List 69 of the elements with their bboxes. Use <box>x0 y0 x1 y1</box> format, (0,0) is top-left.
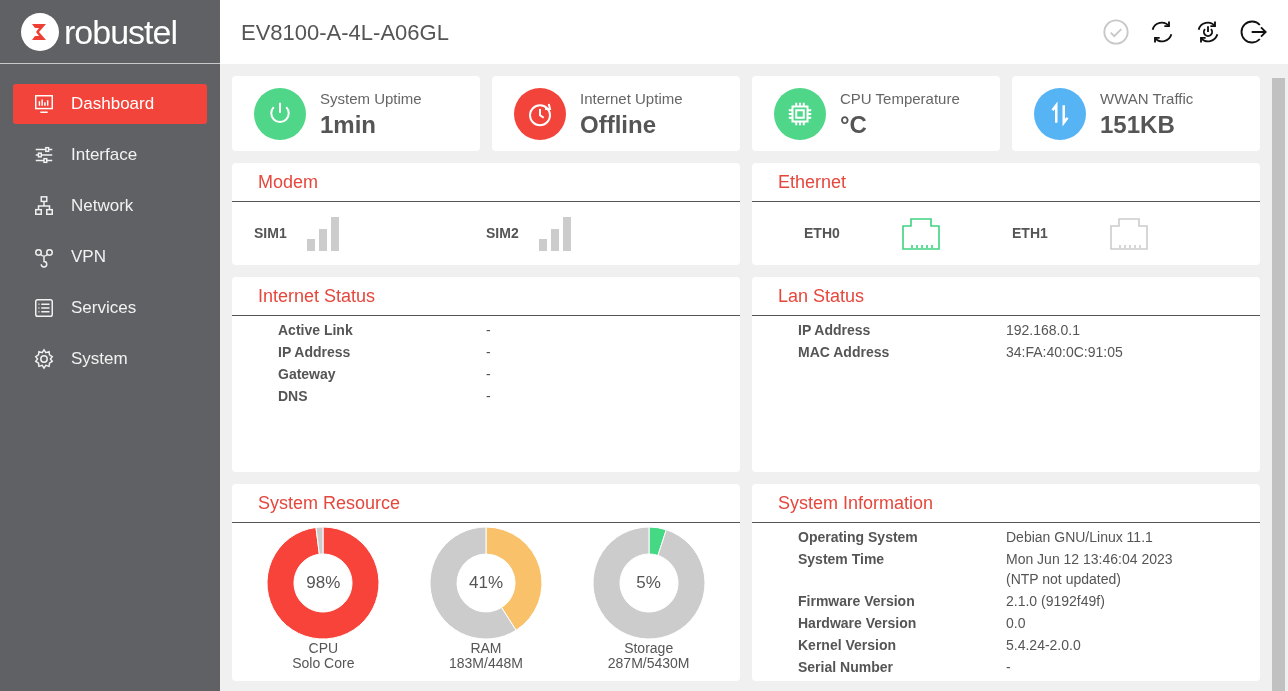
list-icon <box>33 297 55 319</box>
logo-text: robustel <box>64 14 177 49</box>
info-value: - <box>486 321 492 340</box>
card-title: Ethernet <box>778 170 847 194</box>
info-label: Operating System <box>798 528 919 547</box>
info-label: Hardware Version <box>798 614 918 633</box>
gauge-detail: 183M/448M <box>449 656 523 671</box>
sliders-icon <box>33 144 55 166</box>
gauge-reading: 98% <box>306 572 341 595</box>
card-title: System Resource <box>258 491 401 515</box>
card-title: System Information <box>778 491 934 515</box>
info-value: - <box>1006 658 1012 677</box>
gauge-reading: 41% <box>468 572 503 595</box>
stat-value: °C <box>840 110 868 139</box>
info-label: MAC Address <box>798 343 891 362</box>
chart-icon <box>33 93 55 115</box>
gauge-label: Storage <box>624 641 674 656</box>
info-value: 2.1.0 (9192f49f) <box>1006 592 1106 611</box>
sidebar-item[interactable]: Network <box>13 186 207 226</box>
stat-value: Offline <box>580 110 657 139</box>
vpn-icon <box>33 246 55 268</box>
card-title: Lan Status <box>778 284 865 308</box>
info-value: Debian GNU/Linux 11.1 <box>1006 528 1154 547</box>
info-value: 34:FA:40:0C:91:05 <box>1006 343 1124 362</box>
exit-icon[interactable] <box>1240 18 1268 46</box>
stat-label: System Uptime <box>320 89 422 110</box>
gauge-label: CPU <box>308 641 339 656</box>
info-label: Active Link <box>278 321 354 340</box>
stat-value: 1min <box>320 110 377 139</box>
card-title: Internet Status <box>258 284 376 308</box>
sim-label: SIM1 <box>254 224 287 243</box>
stat-label: CPU Temperature <box>840 89 960 110</box>
info-label: Gateway <box>278 365 337 384</box>
port-label: ETH0 <box>804 224 840 243</box>
stat-value: 151KB <box>1100 110 1176 139</box>
info-value: - <box>486 343 492 362</box>
info-label: IP Address <box>798 321 872 340</box>
settings-icon <box>33 348 55 370</box>
info-value: 192.168.0.1 <box>1006 321 1081 340</box>
info-value: - <box>486 387 492 406</box>
sidebar-item[interactable]: VPN <box>13 237 207 277</box>
info-label: IP Address <box>278 343 352 362</box>
gauge-label: RAM <box>470 641 502 656</box>
sidebar-item[interactable]: Interface <box>13 135 207 175</box>
info-label: System Time <box>798 550 886 569</box>
port-label: ETH1 <box>1012 224 1048 243</box>
signal-icon <box>306 216 341 251</box>
gauge-reading: 5% <box>636 572 661 595</box>
info-value: 0.0 <box>1006 614 1027 633</box>
stat-label: WWAN Traffic <box>1100 89 1194 110</box>
info-label: Firmware Version <box>798 592 916 611</box>
card-title: Modem <box>258 170 319 194</box>
info-label: Serial Number <box>798 658 894 677</box>
info-label: Kernel Version <box>798 636 898 655</box>
info-value: - <box>486 365 492 384</box>
info-label: DNS <box>278 387 309 406</box>
info-value: 5.4.24-2.0.0 <box>1006 636 1082 655</box>
gauge-detail: Solo Core <box>292 656 355 671</box>
sidebar-item[interactable]: Dashboard <box>13 84 207 124</box>
network-icon <box>33 195 55 217</box>
logo-icon <box>20 11 60 52</box>
sim-label: SIM2 <box>486 224 519 243</box>
info-value: Mon Jun 12 13:46:04 2023 (NTP not updated) <box>1006 550 1174 589</box>
gauge-detail: 287M/5430M <box>607 656 690 671</box>
signal-icon <box>538 216 573 251</box>
device-title: EV8100-A-4L-A06GL <box>241 18 449 47</box>
sidebar-item[interactable]: System <box>13 339 207 379</box>
stat-label: Internet Uptime <box>580 89 683 110</box>
sidebar-item[interactable]: Services <box>13 288 207 328</box>
